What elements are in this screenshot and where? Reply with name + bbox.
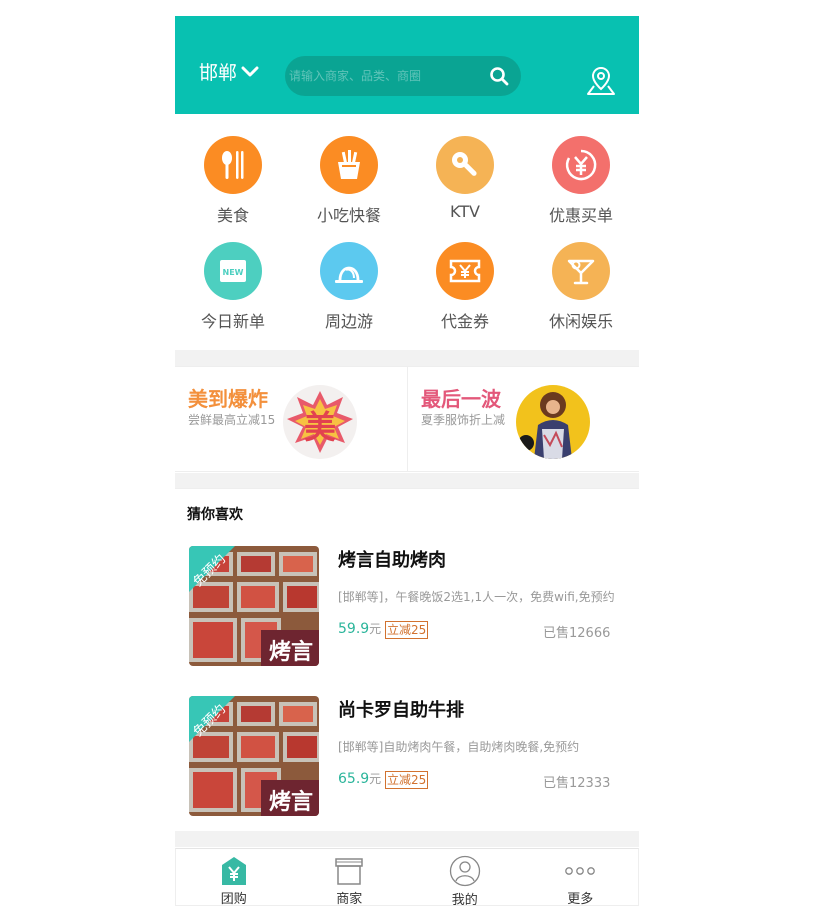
promo-card-explosive[interactable]: 美到爆炸 尝鲜最高立减15 美 — [175, 367, 407, 471]
promo-subtitle: 尝鲜最高立减15 — [188, 413, 276, 427]
category-label: KTV — [450, 202, 480, 221]
section-divider — [175, 831, 639, 847]
deal-sold-count: 已售12666 — [543, 626, 611, 641]
category-snack[interactable]: 小吃快餐 — [291, 136, 407, 236]
deal-discount-badge: 立减25 — [385, 621, 429, 639]
deal-title: 烤言自助烤肉 — [338, 550, 446, 571]
food-utensils-icon — [204, 136, 262, 194]
user-icon — [448, 855, 482, 887]
city-name: 邯郸 — [199, 62, 238, 84]
app-screen: 邯郸 美食 小吃快餐 KTV — [175, 16, 639, 908]
cocktail-icon — [552, 242, 610, 300]
deal-description: [邯郸等]，午餐晚饭2选1,1人一次，免费wifi,免预约 — [338, 590, 615, 604]
tab-label: 更多 — [567, 892, 594, 907]
deal-item[interactable]: 免预约 烤言 烤言自助烤肉 [邯郸等]，午餐晚饭2选1,1人一次，免费wifi,… — [175, 532, 639, 666]
promo-title: 最后一波 — [421, 387, 501, 411]
promo-badge-text: 美 — [303, 408, 336, 446]
svg-text:NEW: NEW — [223, 268, 244, 277]
city-selector[interactable]: 邯郸 — [199, 58, 259, 85]
tab-mine[interactable]: 我的 — [407, 849, 523, 908]
category-label: 优惠买单 — [548, 206, 613, 225]
category-label: 周边游 — [324, 312, 373, 331]
section-divider — [175, 473, 639, 489]
deal-item[interactable]: 免预约 烤言 尚卡罗自助牛排 [邯郸等]自助烤肉午餐，自助烤肉晚餐,免预约 65… — [175, 682, 639, 816]
category-nearby-travel[interactable]: 周边游 — [291, 242, 407, 342]
category-new-today[interactable]: NEW 今日新单 — [175, 242, 291, 342]
fries-icon — [320, 136, 378, 194]
promo-fashion-model-image — [516, 385, 590, 459]
category-food[interactable]: 美食 — [175, 136, 291, 236]
recommend-heading: 猜你喜欢 — [187, 507, 243, 523]
recommend-header: 猜你喜欢 — [175, 488, 639, 534]
category-label: 休闲娱乐 — [548, 312, 613, 331]
shop-icon — [332, 855, 366, 886]
microphone-icon — [436, 136, 494, 194]
section-divider — [175, 350, 639, 366]
header-bar: 邯郸 — [175, 16, 639, 114]
search-input[interactable] — [285, 69, 481, 83]
promo-banner: 美到爆炸 尝鲜最高立减15 美 最后一波 夏季服饰折上减 — [175, 366, 639, 472]
category-label: 美食 — [216, 206, 249, 225]
category-voucher[interactable]: 代金券 — [407, 242, 523, 342]
category-ktv[interactable]: KTV — [407, 136, 523, 236]
yen-tag-icon — [217, 855, 251, 886]
tab-label: 我的 — [451, 893, 478, 908]
promo-card-last-wave[interactable]: 最后一波 夏季服饰折上减 — [407, 367, 639, 471]
deal-thumbnail: 免预约 烤言 — [189, 546, 319, 666]
tab-merchants[interactable]: 商家 — [292, 849, 408, 907]
more-dots-icon — [563, 855, 597, 886]
category-leisure[interactable]: 休闲娱乐 — [523, 242, 639, 342]
category-discount-pay[interactable]: 优惠买单 — [523, 136, 639, 236]
promo-subtitle: 夏季服饰折上减 — [421, 413, 506, 427]
deal-thumbnail: 免预约 烤言 — [189, 696, 319, 816]
deal-sold-count: 已售12333 — [543, 776, 611, 791]
promo-explosion-image: 美 — [283, 385, 357, 459]
search-bar — [285, 56, 521, 96]
new-badge-icon: NEW — [204, 242, 262, 300]
location-pin-icon[interactable] — [585, 64, 617, 96]
deal-description: [邯郸等]自助烤肉午餐，自助烤肉晚餐,免预约 — [338, 740, 580, 754]
deal-discount-badge: 立减25 — [385, 771, 429, 789]
voucher-icon — [436, 242, 494, 300]
category-label: 代金券 — [440, 312, 489, 331]
search-icon[interactable] — [489, 66, 509, 86]
category-label: 小吃快餐 — [316, 206, 381, 225]
deal-price: 65.9元 — [338, 771, 382, 787]
tab-label: 商家 — [336, 892, 363, 907]
deal-price: 59.9元 — [338, 621, 382, 637]
tab-label: 团购 — [220, 892, 247, 907]
brand-logo-text: 烤言 — [268, 640, 313, 665]
yen-discount-icon — [552, 136, 610, 194]
brand-logo-text: 烤言 — [268, 790, 313, 815]
category-label: 今日新单 — [200, 312, 265, 331]
chevron-down-icon — [241, 66, 259, 76]
bottom-tab-bar: 团购 商家 我的 更多 — [175, 848, 639, 908]
deal-title: 尚卡罗自助牛排 — [338, 700, 464, 721]
promo-title: 美到爆炸 — [188, 387, 268, 411]
tab-group-buy[interactable]: 团购 — [176, 849, 292, 907]
tent-icon — [320, 242, 378, 300]
tab-more[interactable]: 更多 — [523, 849, 639, 907]
category-grid: 美食 小吃快餐 KTV 优惠买单 NEW 今日新单 周边游 代金券 休闲娱乐 — [175, 134, 639, 350]
